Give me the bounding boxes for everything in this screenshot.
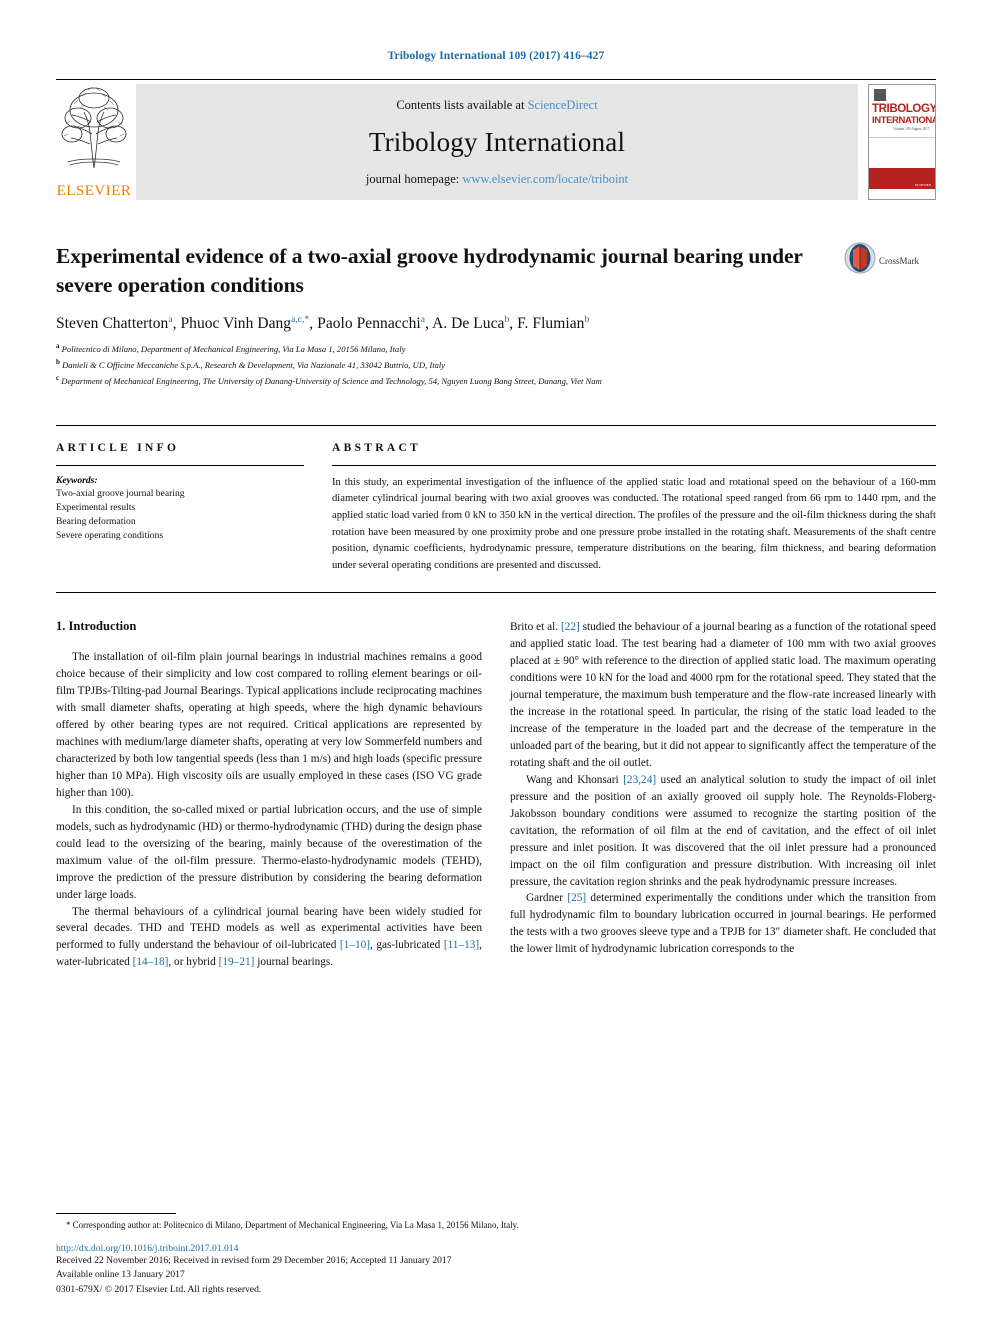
author-name: Paolo Pennacchi [317, 315, 421, 333]
affiliation-item: a Politecnico di Milano, Department of M… [56, 341, 936, 357]
citation-link[interactable]: [11–13] [444, 939, 479, 951]
affiliation-text: Department of Mechanical Engineering, Th… [61, 375, 602, 386]
abstract-divider [332, 464, 936, 466]
affiliation-marker: a [56, 342, 60, 351]
page-footer: * Corresponding author at: Politecnico d… [56, 1212, 936, 1295]
author-affiliation-marker: a,c,* [291, 315, 310, 326]
journal-cover-thumbnail: TRIBOLOGY INTERNATIONAL Volume 109 Augus… [868, 84, 936, 200]
affiliation-list: a Politecnico di Milano, Department of M… [56, 341, 936, 388]
body-column-left: 1. Introduction The installation of oil-… [56, 619, 482, 971]
contents-prefix: Contents lists available at [396, 98, 525, 112]
citation-link[interactable]: [25] [567, 892, 586, 904]
available-online: Available online 13 January 2017 [56, 1269, 185, 1281]
journal-title: Tribology International [368, 127, 626, 157]
text-run: used an analytical solution to study the… [510, 773, 936, 888]
homepage-prefix: journal homepage: [365, 172, 460, 186]
keywords-label: Keywords: [56, 474, 98, 486]
affiliation-marker: b [56, 358, 60, 367]
masthead-center-panel: Contents lists available at ScienceDirec… [136, 84, 858, 200]
affiliation-marker: c [56, 373, 60, 382]
journal-masthead: ELSEVIER Contents lists available at Sci… [56, 79, 936, 200]
keyword-item: Severe operating conditions [56, 530, 164, 542]
affiliation-text: Politecnico di Milano, Department of Mec… [61, 344, 406, 355]
elsevier-tree-icon [58, 84, 130, 172]
text-run: , or hybrid [168, 956, 219, 969]
affiliation-text: Danieli & C Officine Meccaniche S.p.A., … [62, 359, 446, 370]
title-block: Experimental evidence of a two-axial gro… [56, 242, 936, 299]
copyright-line: 0301-679X/ © 2017 Elsevier Ltd. All righ… [56, 1284, 262, 1295]
text-run: studied the behaviour of a journal beari… [510, 621, 936, 769]
keyword-item: Bearing deformation [56, 516, 136, 528]
text-run: , gas-lubricated [370, 939, 444, 952]
author-item[interactable]: Phuoc Vinh Danga,c,* [180, 315, 309, 332]
info-abstract-section: ARTICLE INFO Keywords: Two-axial groove … [56, 424, 936, 594]
author-name: Steven Chatterton [56, 315, 169, 333]
cover-band-text: ELSEVIER [914, 183, 931, 188]
cover-emblem-icon [874, 89, 886, 101]
citation-link[interactable]: [22] [561, 621, 580, 633]
cover-red-band: ELSEVIER [869, 168, 935, 190]
homepage-url-link[interactable]: www.elsevier.com/locate/triboint [462, 172, 628, 186]
author-list: Steven Chattertona, Phuoc Vinh Danga,c,*… [56, 315, 590, 333]
elsevier-logo: ELSEVIER [56, 84, 136, 200]
affiliation-item: c Department of Mechanical Engineering, … [56, 373, 936, 389]
paragraph: Brito et al. [22] studied the behaviour … [510, 619, 936, 771]
citation-link[interactable]: [1–10] [340, 939, 370, 951]
contents-available-line: Contents lists available at ScienceDirec… [396, 98, 597, 113]
paragraph: The thermal behaviours of a cylindrical … [56, 904, 482, 972]
sciencedirect-link[interactable]: ScienceDirect [528, 98, 598, 112]
abstract-text: In this study, an experimental investiga… [332, 476, 936, 571]
keyword-item: Experimental results [56, 501, 136, 513]
article-page: Tribology International 109 (2017) 416–4… [0, 0, 992, 1323]
text-run: Brito et al. [510, 621, 561, 634]
text-run: Gardner [526, 892, 568, 905]
paragraph: Wang and Khonsari [23,24] used an analyt… [510, 772, 936, 891]
page-title: Experimental evidence of a two-axial gro… [56, 244, 803, 297]
doi-link[interactable]: http://dx.doi.org/10.1016/j.triboint.201… [56, 1243, 936, 1254]
cover-image-area [869, 137, 935, 169]
author-affiliation-marker: a [168, 315, 173, 326]
crossmark-label: CrossMark [879, 255, 919, 266]
author-affiliation-marker: b [584, 315, 590, 326]
author-name: A. De Luca [432, 315, 505, 333]
text-run: Wang and Khonsari [526, 773, 624, 786]
section-heading-introduction: 1. Introduction [56, 619, 137, 634]
author-item[interactable]: Steven Chattertona [56, 315, 173, 332]
info-divider [56, 464, 304, 466]
paragraph: The installation of oil-film plain journ… [56, 651, 482, 799]
author-name: F. Flumian [517, 315, 585, 333]
author-item[interactable]: A. De Lucab [432, 315, 509, 332]
author-affiliation-marker: b [504, 315, 510, 326]
abstract-column: ABSTRACT In this study, an experimental … [332, 442, 936, 575]
paragraph: In this condition, the so-called mixed o… [56, 803, 482, 901]
body-column-right: Brito et al. [22] studied the behaviour … [510, 619, 936, 971]
body-columns: 1. Introduction The installation of oil-… [56, 619, 936, 971]
cover-subtitle: Volume 109 August 2017 [893, 127, 930, 132]
elsevier-wordmark: ELSEVIER [56, 183, 132, 199]
running-head: Tribology International 109 (2017) 416–4… [387, 50, 605, 62]
author-item[interactable]: F. Flumianb [517, 315, 589, 332]
cover-title-line2: INTERNATIONAL [872, 114, 935, 126]
article-history: Received 22 November 2016; Received in r… [56, 1255, 452, 1267]
article-info-column: ARTICLE INFO Keywords: Two-axial groove … [56, 442, 332, 575]
citation-link[interactable]: [19–21] [219, 956, 255, 968]
journal-homepage-line: journal homepage: www.elsevier.com/locat… [366, 172, 628, 187]
cover-footer-area [869, 189, 935, 199]
crossmark-badge[interactable]: CrossMark [844, 242, 936, 279]
keyword-item: Two-axial groove journal bearing [56, 487, 185, 499]
corresponding-author-note: * Corresponding author at: Politecnico d… [66, 1219, 519, 1230]
affiliation-item: b Danieli & C Officine Meccaniche S.p.A.… [56, 357, 936, 373]
article-info-heading: ARTICLE INFO [56, 441, 180, 454]
citation-link[interactable]: [23,24] [623, 774, 656, 786]
author-item[interactable]: Paolo Pennacchia [317, 315, 425, 332]
crossmark-icon [844, 242, 876, 279]
cover-title-line1: TRIBOLOGY [872, 103, 936, 115]
footnote-divider [56, 1212, 176, 1214]
author-name: Phuoc Vinh Dang [180, 315, 292, 333]
citation-link[interactable]: [14–18] [133, 956, 169, 968]
abstract-heading: ABSTRACT [332, 441, 422, 454]
text-run: journal bearings. [254, 956, 334, 969]
paragraph: Gardner [25] determined experimentally t… [510, 890, 936, 958]
author-affiliation-marker: a [420, 315, 426, 326]
